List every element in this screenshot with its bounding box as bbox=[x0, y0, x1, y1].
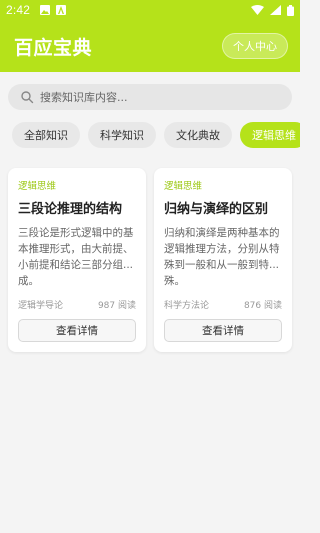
card-meta: 逻辑学导论 987 阅读 bbox=[18, 298, 136, 311]
view-details-button[interactable]: 查看详情 bbox=[164, 318, 282, 342]
status-icons-left bbox=[40, 5, 67, 15]
wifi-icon bbox=[251, 5, 264, 15]
tab-culture[interactable]: 文化典故 bbox=[164, 122, 232, 148]
card-summary: 归纳和演绎是两种基本的逻辑推理方法，分别从特殊到一般和从一般到特...殊。 bbox=[164, 227, 280, 287]
view-details-button[interactable]: 查看详情 bbox=[18, 318, 136, 342]
status-bar: 2:42 bbox=[0, 0, 300, 20]
app-bar: 百应宝典 个人中心 bbox=[0, 20, 300, 72]
battery-icon bbox=[287, 4, 294, 16]
card-source: 逻辑学导论 bbox=[18, 300, 64, 311]
card-title: 归纳与演绎的区别 bbox=[164, 202, 269, 217]
tab-science[interactable]: 科学知识 bbox=[88, 122, 156, 148]
font-icon bbox=[56, 5, 67, 15]
card-source: 科学方法论 bbox=[164, 300, 210, 311]
category-tabs: 全部知识 科学知识 文化典故 逻辑思维 bbox=[0, 110, 300, 162]
card-reads: 987 阅读 bbox=[97, 300, 136, 311]
search-icon bbox=[21, 91, 34, 104]
card-meta: 科学方法论 876 阅读 bbox=[164, 298, 282, 311]
status-time: 2:42 bbox=[6, 3, 31, 17]
app-header: 2:42 百应宝典 个人中心 bbox=[0, 0, 300, 72]
knowledge-card[interactable]: 逻辑思维 归纳与演绎的区别 归纳和演绎是两种基本的逻辑推理方法，分别从特殊到一般… bbox=[154, 168, 292, 352]
card-category: 逻辑思维 bbox=[164, 181, 203, 192]
knowledge-card[interactable]: 逻辑思维 三段论推理的结构 三段论是形式逻辑中的基本推理形式，由大前提、小前提和… bbox=[8, 168, 146, 352]
card-summary: 三段论是形式逻辑中的基本推理形式，由大前提、小前提和结论三部分组...成。 bbox=[18, 227, 134, 287]
app-title: 百应宝典 bbox=[14, 36, 93, 59]
profile-button[interactable]: 个人中心 bbox=[222, 33, 288, 59]
card-reads: 876 阅读 bbox=[243, 300, 282, 311]
search-wrap: 搜索知识库内容... bbox=[0, 72, 300, 110]
card-grid: 逻辑思维 三段论推理的结构 三段论是形式逻辑中的基本推理形式，由大前提、小前提和… bbox=[0, 162, 300, 352]
search-placeholder: 搜索知识库内容... bbox=[40, 91, 128, 104]
status-icons-right bbox=[251, 4, 294, 16]
tab-all[interactable]: 全部知识 bbox=[12, 122, 80, 148]
card-title: 三段论推理的结构 bbox=[18, 202, 123, 217]
cellular-icon bbox=[270, 5, 281, 15]
image-icon bbox=[40, 5, 51, 15]
tab-logic[interactable]: 逻辑思维 bbox=[240, 122, 300, 148]
search-input[interactable]: 搜索知识库内容... bbox=[8, 84, 292, 110]
card-category: 逻辑思维 bbox=[18, 181, 57, 192]
